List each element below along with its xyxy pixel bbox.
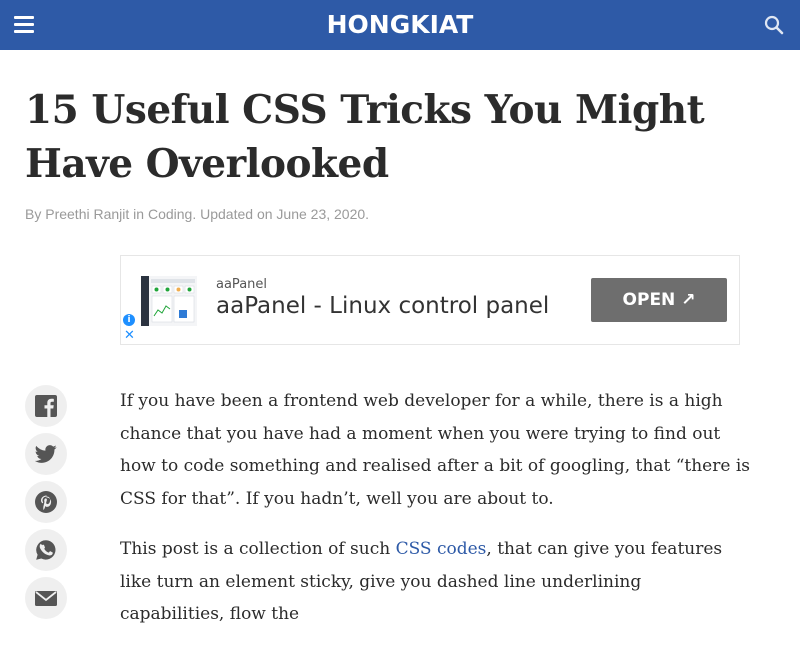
- search-icon[interactable]: [763, 14, 785, 36]
- ad-headline[interactable]: aaPanel - Linux control panel: [216, 293, 549, 319]
- ad-thumbnail-image[interactable]: [141, 276, 197, 326]
- meta-by: By: [25, 206, 46, 222]
- site-logo[interactable]: HONGKIAT: [0, 0, 800, 50]
- ad-banner[interactable]: aaPanel aaPanel - Linux control panel OP…: [120, 255, 740, 345]
- article-title: 15 Useful CSS Tricks You Might Have Over…: [25, 87, 705, 187]
- paragraph-2: This post is a collection of such CSS co…: [120, 533, 750, 631]
- ad-open-button[interactable]: OPEN ↗: [591, 278, 727, 322]
- close-icon[interactable]: ✕: [124, 329, 135, 343]
- author-link[interactable]: Preethi Ranjit: [45, 206, 129, 222]
- paragraph-2-text-start: This post is a collection of such: [120, 539, 396, 559]
- article-body: If you have been a frontend web develope…: [120, 385, 750, 649]
- paragraph-1: If you have been a frontend web develope…: [120, 391, 750, 509]
- css-codes-link[interactable]: CSS codes: [396, 539, 487, 559]
- info-icon[interactable]: i: [123, 314, 135, 326]
- article-meta: By Preethi Ranjit in Coding. Updated on …: [25, 206, 369, 222]
- ad-source[interactable]: aaPanel: [216, 277, 267, 292]
- category-link[interactable]: Coding: [148, 206, 192, 222]
- whatsapp-icon[interactable]: [25, 529, 67, 571]
- twitter-icon[interactable]: [25, 433, 67, 475]
- meta-in: in: [129, 206, 148, 222]
- hamburger-menu-icon[interactable]: [12, 13, 38, 37]
- pinterest-icon[interactable]: [25, 481, 67, 523]
- facebook-icon[interactable]: [25, 385, 67, 427]
- site-header: HONGKIAT: [0, 0, 800, 50]
- meta-updated: . Updated on June 23, 2020.: [192, 206, 370, 222]
- email-icon[interactable]: [25, 577, 67, 619]
